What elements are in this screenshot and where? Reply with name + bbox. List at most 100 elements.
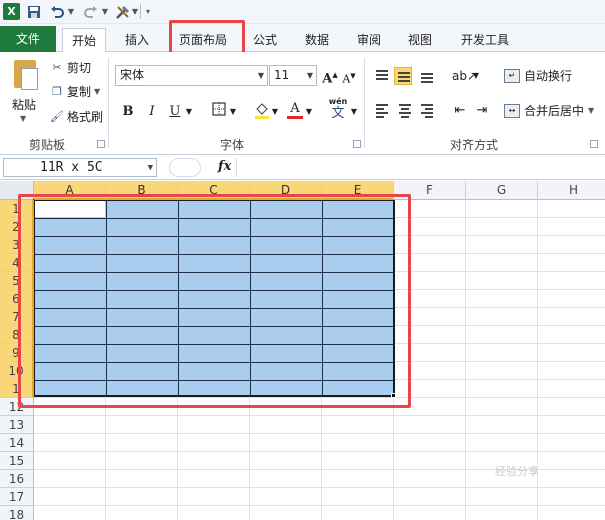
name-box[interactable]: 11R x 5C ▼ [3,158,157,177]
group-separator [364,58,365,148]
underline-button[interactable]: U [166,102,184,122]
tab-developer[interactable]: 开发工具 [452,28,518,52]
grow-font-icon: A [322,71,333,87]
fill-color-dropdown-icon[interactable]: ▼ [271,102,279,122]
fill-color-button[interactable] [253,101,271,121]
gridline [34,505,605,506]
gridline [465,200,466,520]
gridline [34,415,605,416]
paste-icon[interactable] [8,58,42,98]
ribbon-home: 粘贴 ▼ ✂ 剪切 ❐ 复制 ▼ 🖌 格式刷 剪贴板 宋体 ▼ 11 ▼ A▲ … [0,52,605,155]
formula-bar-divider [169,158,201,177]
orientation-icon[interactable]: ab↗ [452,66,477,86]
paste-dropdown-icon[interactable]: ▼ [20,114,26,123]
italic-button[interactable]: I [143,102,161,122]
underline-dropdown-icon[interactable]: ▼ [185,102,193,122]
align-middle-button[interactable] [394,67,412,85]
ribbon-tabs: 文件 开始 插入 页面布局 公式 数据 审阅 视图 开发工具 [0,24,605,53]
tab-data[interactable]: 数据 [298,28,336,52]
merge-center-button[interactable]: ↔ 合并后居中 ▼ [504,101,594,121]
column-header[interactable]: G [466,181,538,200]
format-painter-button[interactable]: 🖌 格式刷 [50,108,103,126]
align-top-button[interactable] [373,67,391,85]
alignment-group-label: 对齐方式 [449,138,498,152]
formula-bar: 11R x 5C ▼ fx [0,155,605,180]
group-separator [108,58,109,148]
decrease-indent-icon[interactable]: ⇤ [451,101,469,121]
border-icon [212,102,226,116]
tab-review[interactable]: 审阅 [350,28,388,52]
row-header[interactable]: 14 [0,434,34,452]
alignment-launcher-icon[interactable] [590,140,598,148]
customize-qat-icon[interactable]: ▾ [144,3,152,20]
chevron-down-icon: ▼ [306,71,313,80]
column-header[interactable]: H [538,181,605,200]
row-header[interactable]: 13 [0,416,34,434]
tab-insert[interactable]: 插入 [116,28,158,52]
shrink-font-button[interactable]: A▼ [341,66,357,86]
cut-label: 剪切 [67,61,92,75]
clipboard-launcher-icon[interactable] [97,140,105,148]
copy-dropdown-icon[interactable]: ▼ [94,83,100,101]
phonetic-char: 文 [331,106,345,121]
font-group-label: 字体 [219,138,244,152]
formula-input[interactable] [236,158,602,177]
copy-button[interactable]: ❐ 复制 ▼ [50,83,100,101]
tools-icon[interactable] [115,3,131,20]
insert-function-button[interactable]: fx [218,159,231,174]
font-launcher-icon[interactable] [353,140,361,148]
grow-font-button[interactable]: A▲ [321,65,339,87]
save-icon[interactable] [27,3,41,20]
wrap-text-label: 自动换行 [524,69,573,83]
orientation-dropdown-icon[interactable]: ▼ [472,66,480,86]
align-right-button[interactable] [418,101,436,119]
phonetic-button[interactable]: wén 文 [327,96,349,126]
copy-icon: ❐ [52,85,62,98]
border-button[interactable] [210,102,228,122]
copy-label: 复制 [67,85,92,99]
row-header[interactable]: 18 [0,506,34,520]
font-name-value: 宋体 [120,68,145,82]
bold-button[interactable]: B [119,102,137,122]
redo-dropdown-icon[interactable]: ▼ [101,3,109,20]
tab-home[interactable]: 开始 [62,28,106,53]
font-size-select[interactable]: 11 ▼ [269,65,317,86]
gridline [34,487,605,488]
wrap-text-icon: ↵ [504,69,520,83]
increase-indent-icon[interactable]: ⇥ [473,101,491,121]
tools-dropdown-icon[interactable]: ▼ [132,3,138,20]
row-header[interactable]: 16 [0,470,34,488]
tab-formulas[interactable]: 公式 [246,28,284,52]
qat-separator [140,4,141,19]
row-header[interactable]: 15 [0,452,34,470]
wrap-text-button[interactable]: ↵ 自动换行 [504,66,572,86]
row-header[interactable]: 17 [0,488,34,506]
font-color-icon: A [290,101,300,116]
quick-access-toolbar: X ▼ ▼ ▼ ▾ [0,0,605,24]
font-name-select[interactable]: 宋体 ▼ [115,65,268,86]
undo-icon[interactable] [50,3,64,20]
align-left-button[interactable] [373,101,391,119]
merge-dropdown-icon[interactable]: ▼ [588,101,594,121]
scissors-icon: ✂ [52,61,62,74]
merge-center-label: 合并后居中 [524,104,585,118]
tab-view[interactable]: 视图 [401,28,439,52]
align-bottom-button[interactable] [418,67,436,85]
watermark: 经验分享 [495,465,539,478]
undo-dropdown-icon[interactable]: ▼ [67,3,75,20]
border-dropdown-icon[interactable]: ▼ [229,102,237,122]
paint-bucket-icon [255,103,269,119]
phonetic-dropdown-icon[interactable]: ▼ [350,102,358,122]
align-center-button[interactable] [396,101,414,119]
name-box-value: 11R x 5C [40,160,103,175]
excel-logo-icon: X [3,3,20,20]
paste-button-label[interactable]: 粘贴 [12,96,36,113]
table-highlight [18,194,411,408]
cut-button[interactable]: ✂ 剪切 [50,59,91,77]
tab-file[interactable]: 文件 [0,26,56,52]
gridline [34,433,605,434]
gridline [34,451,605,452]
font-color-dropdown-icon[interactable]: ▼ [305,102,313,122]
redo-icon[interactable] [84,3,98,20]
clipboard-group-label: 剪贴板 [28,138,65,152]
